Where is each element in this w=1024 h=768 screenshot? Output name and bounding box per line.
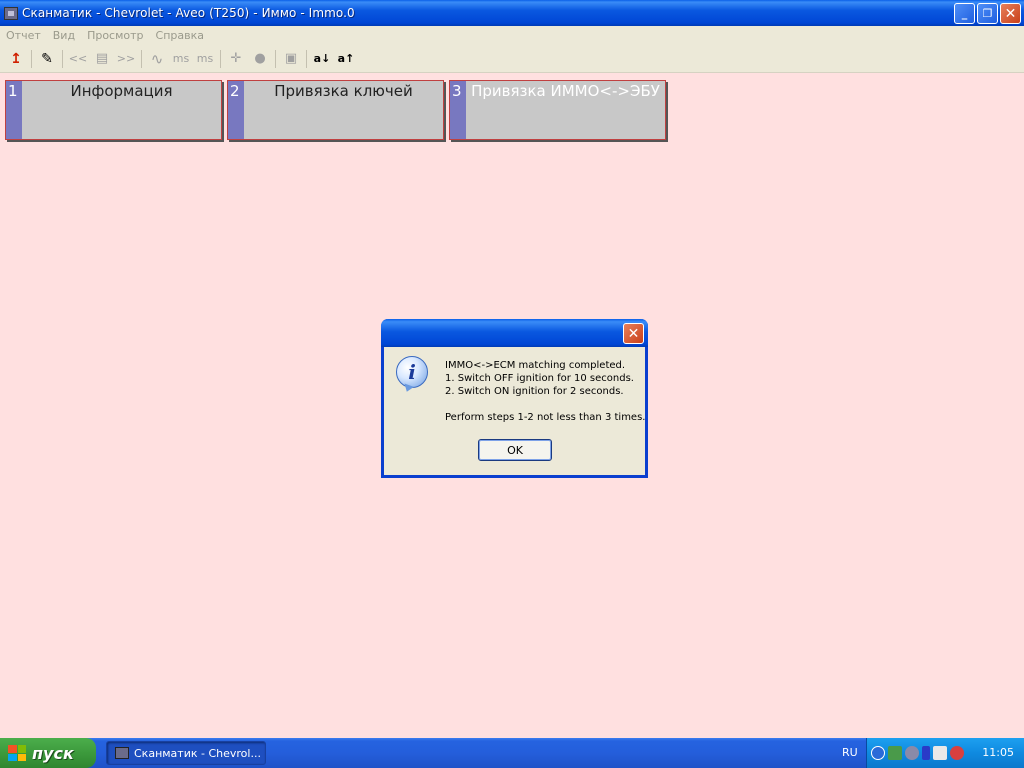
toolbar-separator <box>306 49 307 68</box>
message-line: 1. Switch OFF ignition for 10 seconds. <box>445 373 634 384</box>
taskbar: пуск Сканматик - Chevrol... RU 11:05 <box>0 738 1024 768</box>
tab-information[interactable]: 1 Информация <box>5 80 222 140</box>
dialog-close-button[interactable]: ✕ <box>623 323 644 344</box>
tray-network-icon[interactable] <box>888 746 902 760</box>
prev-icon[interactable]: << <box>66 48 90 70</box>
menu-view[interactable]: Вид <box>53 29 75 42</box>
tab-number: 1 <box>6 81 22 139</box>
menu-bar: Отчет Вид Просмотр Справка <box>0 26 1024 45</box>
notepad-icon[interactable]: ✎ <box>35 48 59 70</box>
message-dialog: ✕ i IMMO<->ECM matching completed. 1. Sw… <box>381 319 648 478</box>
message-line: 2. Switch ON ignition for 2 seconds. <box>445 386 624 397</box>
minimize-button[interactable]: _ <box>954 3 975 24</box>
wave-icon[interactable]: ∿ <box>145 48 169 70</box>
tab-immo-ecu-binding[interactable]: 3 Привязка ИММО<->ЭБУ <box>449 80 666 140</box>
start-label: пуск <box>32 743 74 763</box>
ok-button[interactable]: OK <box>478 439 552 461</box>
tray-app-icon[interactable] <box>905 746 919 760</box>
language-indicator[interactable]: RU <box>842 746 858 759</box>
info-icon: i <box>396 356 428 388</box>
menu-preview[interactable]: Просмотр <box>87 29 143 42</box>
window-title-bar[interactable]: Сканматик - Chevrolet - Aveo (T250) - Им… <box>0 0 1024 26</box>
toolbar-separator <box>62 49 63 68</box>
tab-label: Привязка ключей <box>274 82 413 100</box>
tab-number: 3 <box>450 81 466 139</box>
tray-wireless-icon[interactable] <box>950 746 964 760</box>
font-increase-icon[interactable]: a↑ <box>334 48 358 70</box>
windows-logo-icon <box>8 745 26 761</box>
clock[interactable]: 11:05 <box>982 746 1014 759</box>
function-tabs: 1 Информация 2 Привязка ключей 3 Привязк… <box>5 80 666 140</box>
ms-plus-icon[interactable]: ms <box>193 48 217 70</box>
maximize-button[interactable]: ❐ <box>977 3 998 24</box>
app-icon <box>115 747 129 759</box>
taskbar-app-button[interactable]: Сканматик - Chevrol... <box>106 741 266 765</box>
exit-arrow-icon[interactable]: ↥ <box>4 48 28 70</box>
ms-minus-icon[interactable]: ms <box>169 48 193 70</box>
start-button[interactable]: пуск <box>0 738 96 768</box>
tray-battery-icon[interactable] <box>922 746 930 760</box>
app-icon[interactable] <box>4 6 18 20</box>
toolbar-separator <box>31 49 32 68</box>
tray-expand-icon[interactable] <box>871 746 885 760</box>
toolbar-separator <box>141 49 142 68</box>
close-button[interactable]: ✕ <box>1000 3 1021 24</box>
tab-number: 2 <box>228 81 244 139</box>
message-line: Perform steps 1-2 not less than 3 times. <box>445 412 646 423</box>
dialog-message: IMMO<->ECM matching completed. 1. Switch… <box>445 359 645 424</box>
tray-device-icon[interactable] <box>933 746 947 760</box>
dialog-title-bar[interactable]: ✕ <box>381 319 648 347</box>
taskbar-app-label: Сканматик - Chevrol... <box>134 746 261 760</box>
record-icon[interactable]: ● <box>248 48 272 70</box>
toolbar-separator <box>275 49 276 68</box>
menu-help[interactable]: Справка <box>156 29 204 42</box>
list-icon[interactable]: ▤ <box>90 48 114 70</box>
tab-label: Привязка ИММО<->ЭБУ <box>471 82 660 100</box>
save-icon[interactable]: ▣ <box>279 48 303 70</box>
menu-report[interactable]: Отчет <box>6 29 41 42</box>
toolbar-separator <box>220 49 221 68</box>
font-decrease-icon[interactable]: a↓ <box>310 48 334 70</box>
tab-key-binding[interactable]: 2 Привязка ключей <box>227 80 444 140</box>
toolbar: ↥ ✎ << ▤ >> ∿ ms ms ✛ ● ▣ a↓ a↑ <box>0 45 1024 73</box>
next-icon[interactable]: >> <box>114 48 138 70</box>
message-line: IMMO<->ECM matching completed. <box>445 360 626 371</box>
window-title: Сканматик - Chevrolet - Aveo (T250) - Им… <box>22 6 355 20</box>
tab-label: Информация <box>70 82 173 100</box>
crosshair-icon[interactable]: ✛ <box>224 48 248 70</box>
